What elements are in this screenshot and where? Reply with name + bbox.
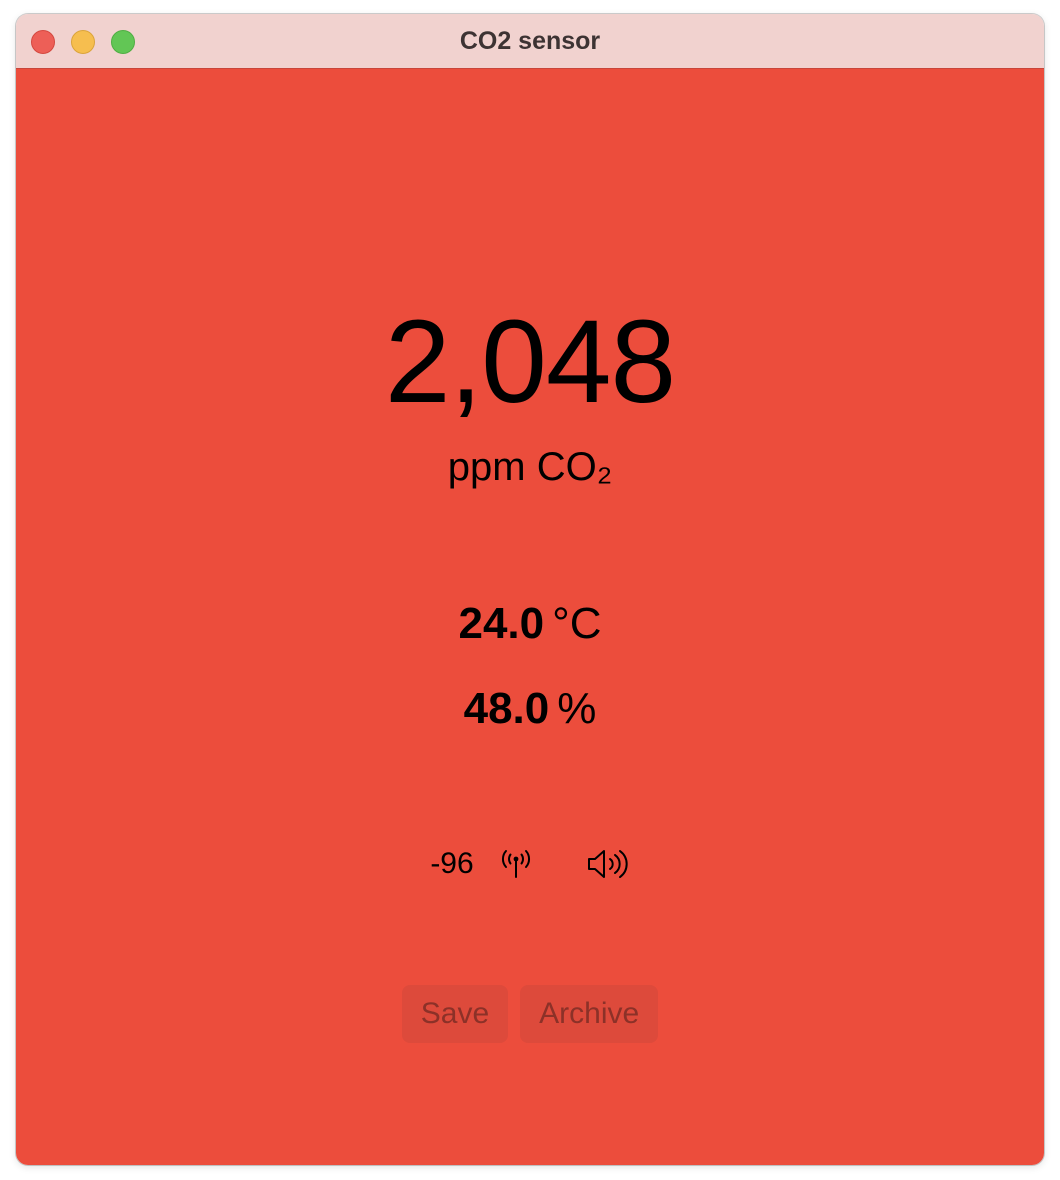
temperature-value: 24.0 (458, 599, 545, 648)
co2-unit-label: ppm CO₂ (447, 445, 613, 489)
status-row: -96 (16, 844, 1044, 884)
action-buttons: Save Archive (16, 985, 1044, 1043)
antenna-icon (498, 848, 534, 880)
window-title: CO2 sensor (459, 27, 601, 55)
signal-strength-value: -96 (430, 847, 474, 880)
save-button[interactable]: Save (401, 985, 509, 1043)
archive-button[interactable]: Archive (520, 985, 659, 1043)
co2-reading: 2,048 (384, 296, 676, 428)
temperature-reading: 24.0 °C (16, 599, 1044, 649)
app-window: CO2 sensor 2,048 ppm CO₂ 24.0 °C 48.0% -9… (16, 14, 1044, 1165)
speaker-icon[interactable] (586, 848, 630, 880)
main-content: 2,048 ppm CO₂ 24.0 °C 48.0% -96 Save Arc… (16, 69, 1044, 1165)
title-bar: CO2 sensor (16, 14, 1044, 69)
temperature-unit: °C (552, 599, 602, 648)
humidity-value: 48.0 (463, 684, 550, 733)
humidity-unit: % (557, 684, 597, 733)
humidity-reading: 48.0% (16, 684, 1044, 734)
